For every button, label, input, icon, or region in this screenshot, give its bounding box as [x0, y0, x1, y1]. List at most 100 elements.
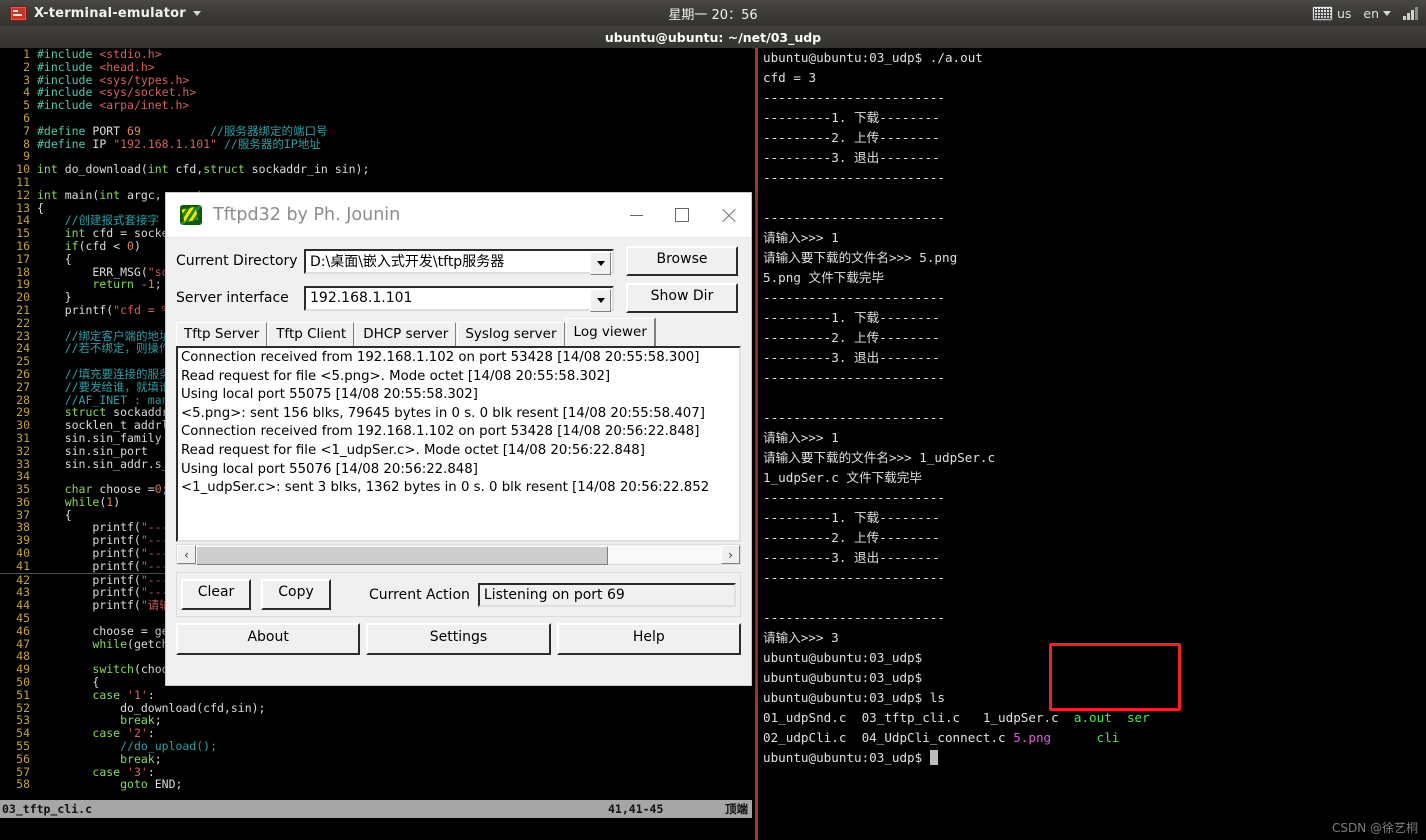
- line-number: 41: [16, 558, 30, 573]
- line-number: 4: [23, 85, 30, 100]
- chevron-down-icon[interactable]: [1383, 10, 1391, 16]
- vim-filename: 03_tftp_cli.c: [2, 802, 93, 816]
- chevron-down-icon[interactable]: [590, 288, 611, 312]
- log-horizontal-scrollbar[interactable]: ‹ ›: [176, 544, 741, 565]
- window-controls: [613, 193, 751, 237]
- app-menu-title: X-terminal-emulator: [34, 5, 186, 21]
- terminal-line: ------------------------: [763, 208, 1426, 228]
- clock-indicator[interactable]: 星期一 20：56: [613, 4, 813, 23]
- line-content: char choose =0;: [64, 482, 169, 497]
- browse-button[interactable]: Browse: [626, 246, 738, 276]
- tab-tftp-client[interactable]: Tftp Client: [268, 322, 355, 346]
- line-number: 17: [16, 251, 30, 266]
- copy-button[interactable]: Copy: [261, 579, 331, 610]
- close-button[interactable]: [705, 193, 751, 237]
- tab-log-viewer[interactable]: Log viewer: [565, 318, 655, 346]
- line-number: 5: [23, 98, 30, 113]
- log-entry: Using local port 55076 [14/08 20:56:22.8…: [181, 461, 478, 477]
- line-number: 46: [16, 623, 30, 638]
- line-number: 35: [16, 482, 30, 497]
- help-button[interactable]: Help: [556, 623, 741, 655]
- network-signal-icon[interactable]: [1403, 6, 1418, 20]
- line-content: if(cfd < 0): [64, 238, 141, 253]
- line-number: 27: [16, 379, 30, 394]
- terminal-line: cfd = 3: [763, 68, 1426, 88]
- keyboard-layout-indicator[interactable]: us: [1311, 5, 1352, 21]
- line-number: 12: [16, 187, 30, 202]
- app-menu[interactable]: X-terminal-emulator: [10, 5, 201, 21]
- settings-button[interactable]: Settings: [366, 623, 551, 655]
- current-action-value: Listening on port 69: [477, 582, 736, 607]
- terminal-text: ---------2. 上传--------: [763, 530, 940, 545]
- terminal-output-pane[interactable]: ubuntu@ubuntu:03_udp$ ./a.out cfd = 3 ----…: [755, 48, 1426, 840]
- terminal-line: ubuntu@ubuntu:03_udp$: [763, 668, 1426, 688]
- terminal-text: 请输入>>> 1: [763, 430, 839, 445]
- terminal-text: ------------------------: [763, 370, 945, 385]
- about-button[interactable]: About: [176, 623, 361, 655]
- current-directory-combo[interactable]: D:\桌面\嵌入式开发\tftp服务器: [304, 248, 614, 275]
- maximize-icon: [675, 208, 689, 222]
- minimize-icon: [629, 214, 643, 216]
- terminal-line: 请输入要下载的文件名>>> 5.png: [763, 248, 1426, 268]
- unity-top-panel: X-terminal-emulator 星期一 20：56 us en: [0, 0, 1426, 26]
- clear-button[interactable]: Clear: [181, 579, 251, 610]
- line-number: 1: [23, 48, 30, 61]
- line-number: 2: [23, 59, 30, 74]
- line-number: 25: [16, 354, 30, 369]
- terminal-line: ubuntu@ubuntu:03_udp$: [763, 748, 1426, 768]
- terminal-text: ubuntu@ubuntu:03_udp$ ./a.out: [763, 50, 983, 65]
- terminal-text: ------------------------: [763, 610, 945, 625]
- chevron-down-icon[interactable]: [590, 251, 611, 275]
- terminal-line: 请输入>>> 1: [763, 228, 1426, 248]
- line-number: 22: [16, 315, 30, 330]
- terminal-line: 02_udpCli.c 04_UdpCli_connect.c 5.png cl…: [763, 728, 1426, 748]
- tab-tftp-server[interactable]: Tftp Server: [176, 322, 268, 346]
- terminal-text: ubuntu@ubuntu:03_udp$ ls: [763, 690, 945, 705]
- line-number: 7: [23, 123, 30, 138]
- terminal-line: 请输入>>> 3: [763, 628, 1426, 648]
- line-number: 55: [16, 739, 30, 754]
- editor-bottom-pad: [0, 818, 752, 840]
- chevron-down-icon[interactable]: [192, 10, 201, 16]
- line-number: 31: [16, 430, 30, 445]
- scrollbar-track[interactable]: [196, 546, 721, 565]
- tab-dhcp-server[interactable]: DHCP server: [355, 322, 457, 346]
- clock-time: 20：56: [711, 7, 758, 23]
- tftpd32-titlebar[interactable]: Tftpd32 by Ph. Jounin: [166, 193, 751, 238]
- line-number: 51: [16, 687, 30, 702]
- line-content: sin.sin_family: [37, 430, 162, 445]
- terminal-line: ---------3. 退出--------: [763, 348, 1426, 368]
- terminal-text: cfd = 3: [763, 70, 817, 85]
- keyboard-layout-label: us: [1336, 5, 1352, 21]
- line-number: 45: [16, 611, 30, 626]
- terminal-text: ------------------------: [763, 410, 945, 425]
- terminal-line: ------------------------: [763, 288, 1426, 308]
- show-dir-button[interactable]: Show Dir: [626, 283, 738, 313]
- current-action-label: Current Action: [369, 586, 470, 603]
- terminal-line: ---------2. 上传--------: [763, 328, 1426, 348]
- scroll-left-icon[interactable]: ‹: [177, 545, 196, 564]
- log-entry: <5.png>: sent 156 blks, 79645 bytes in 0…: [181, 405, 705, 421]
- tab-syslog-server[interactable]: Syslog server: [457, 322, 565, 346]
- scroll-right-icon[interactable]: ›: [721, 545, 740, 564]
- log-viewer-list[interactable]: Connection received from 192.168.1.102 o…: [176, 346, 741, 542]
- terminal-line: ------------------------: [763, 88, 1426, 108]
- tftpd32-tabs[interactable]: Tftp Server Tftp Client DHCP server Syslog …: [176, 318, 741, 346]
- terminal-text: ubuntu@ubuntu:03_udp$: [763, 670, 923, 685]
- tftpd32-window[interactable]: Tftpd32 by Ph. Jounin Current Directory …: [165, 192, 752, 686]
- line-number: 50: [16, 675, 30, 690]
- maximize-button[interactable]: [659, 193, 705, 237]
- scrollbar-thumb[interactable]: [196, 546, 608, 565]
- line-number: 30: [16, 418, 30, 433]
- terminal-line: ---------3. 退出--------: [763, 148, 1426, 168]
- vim-cursor-position: 41,41-45: [608, 802, 664, 816]
- line-number: 11: [16, 174, 30, 189]
- terminal-text: ---------1. 下载--------: [763, 510, 940, 525]
- language-indicator[interactable]: en: [1363, 6, 1391, 21]
- server-interface-combo[interactable]: 192.168.1.101: [304, 285, 614, 312]
- minimize-button[interactable]: [613, 193, 659, 237]
- terminal-line: ubuntu@ubuntu:03_udp$ ./a.out: [763, 48, 1426, 68]
- terminal-text: ------------------------: [763, 490, 945, 505]
- terminal-line: ------------------------: [763, 368, 1426, 388]
